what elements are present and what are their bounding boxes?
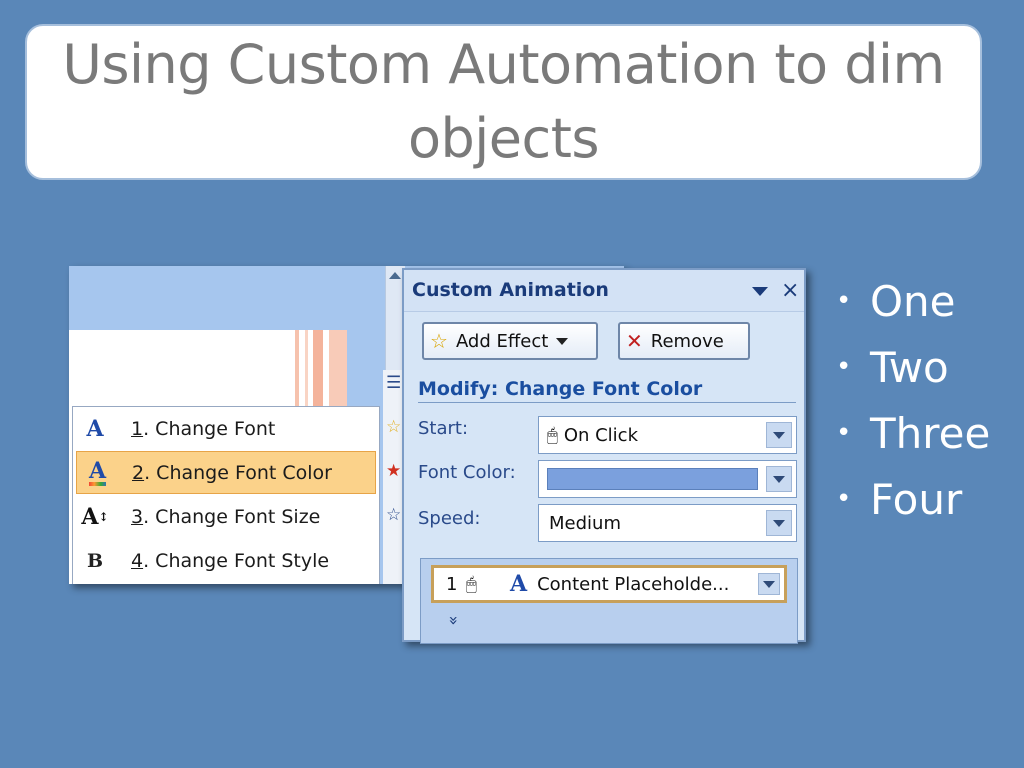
bullet-list: • One • Two • Three • Four — [836, 268, 1016, 532]
remove-icon: ✕ — [626, 329, 643, 353]
mouse-icon: 🖱 — [466, 573, 477, 595]
slide-title: Using Custom Automation to dim objects — [62, 33, 945, 170]
chevron-down-icon[interactable] — [766, 466, 792, 492]
effect-menu: A 1. Change Font A 2. Change Font Color … — [72, 406, 380, 584]
bullet-text: One — [870, 276, 956, 326]
panel-header: Custom Animation × — [404, 270, 804, 312]
star-icon: ☆ — [386, 417, 402, 437]
chevron-down-icon[interactable] — [766, 510, 792, 536]
color-swatch — [547, 468, 758, 490]
chevron-down-icon — [556, 337, 569, 345]
chevron-down-icon[interactable] — [758, 573, 780, 595]
menu-item-number: 3 — [131, 505, 144, 528]
menu-item-change-font[interactable]: A 1. Change Font — [73, 407, 379, 450]
menu-item-change-font-size[interactable]: A ↕ 3. Change Font Size — [73, 495, 379, 538]
font-a-icon: A — [86, 415, 104, 442]
bullet-icon: • — [836, 418, 852, 448]
add-effect-label: Add Effect — [455, 330, 549, 352]
menu-item-label: . Change Font — [143, 417, 276, 440]
list-item: • Three — [836, 400, 1016, 466]
list-item: • One — [836, 268, 1016, 334]
menu-item-label: . Change Font Size — [143, 505, 321, 528]
bullet-text: Four — [870, 474, 963, 524]
list-item: • Two — [836, 334, 1016, 400]
remove-button[interactable]: ✕ Remove — [618, 322, 750, 360]
list-item[interactable]: 1 🖱 A Content Placeholde... — [431, 565, 787, 603]
font-color-icon: A — [88, 457, 107, 486]
menu-item-label: . Change Font Style — [143, 549, 330, 572]
mouse-icon: 🖱 — [547, 424, 558, 446]
speed-label: Speed: — [418, 508, 481, 529]
start-label: Start: — [418, 418, 469, 439]
list-icon: ☰ — [386, 373, 402, 393]
list-item-label: Content Placeholde... — [537, 573, 730, 595]
panel-title: Custom Animation — [412, 279, 609, 301]
menu-item-number: 2 — [132, 461, 145, 484]
speed-select[interactable]: Medium — [538, 504, 797, 542]
bullet-icon: • — [836, 352, 852, 382]
close-icon[interactable]: × — [781, 278, 799, 303]
divider — [418, 402, 796, 403]
menu-item-change-font-color[interactable]: A 2. Change Font Color — [76, 451, 376, 494]
bullet-text: Three — [870, 408, 991, 458]
star-icon: ☆ — [386, 505, 402, 525]
animation-list: 1 🖱 A Content Placeholde... » — [420, 558, 798, 644]
modify-heading: Modify: Change Font Color — [418, 378, 703, 400]
menu-item-change-font-style[interactable]: B 4. Change Font Style — [73, 539, 379, 582]
scroll-up-icon[interactable] — [389, 272, 401, 279]
speed-value: Medium — [549, 512, 621, 534]
bullet-icon: • — [836, 286, 852, 316]
title-box: Using Custom Automation to dim objects — [25, 24, 982, 180]
start-value: On Click — [563, 424, 639, 446]
bullet-text: Two — [870, 342, 949, 392]
menu-item-number: 1 — [131, 417, 144, 440]
font-color-select[interactable] — [538, 460, 797, 498]
list-item: • Four — [836, 466, 1016, 532]
start-select[interactable]: 🖱 On Click — [538, 416, 797, 454]
menu-item-label: . Change Font Color — [144, 461, 332, 484]
font-color-label: Font Color: — [418, 462, 516, 483]
font-color-icon: A — [510, 571, 528, 597]
font-size-icon: A ↕ — [81, 503, 109, 530]
expand-icon[interactable]: » — [444, 616, 463, 626]
custom-animation-panel: Custom Animation × ☆ Add Effect ✕ Remove… — [402, 268, 806, 644]
remove-label: Remove — [650, 330, 724, 352]
list-item-number: 1 — [446, 573, 458, 595]
font-style-icon: B — [86, 549, 104, 572]
add-effect-button[interactable]: ☆ Add Effect — [422, 322, 598, 360]
bullet-icon: • — [836, 484, 852, 514]
star-icon: ★ — [386, 461, 402, 481]
dropdown-arrow-icon[interactable] — [752, 287, 768, 296]
add-effect-icon: ☆ — [430, 329, 448, 353]
menu-item-number: 4 — [131, 549, 144, 572]
chevron-down-icon[interactable] — [766, 422, 792, 448]
